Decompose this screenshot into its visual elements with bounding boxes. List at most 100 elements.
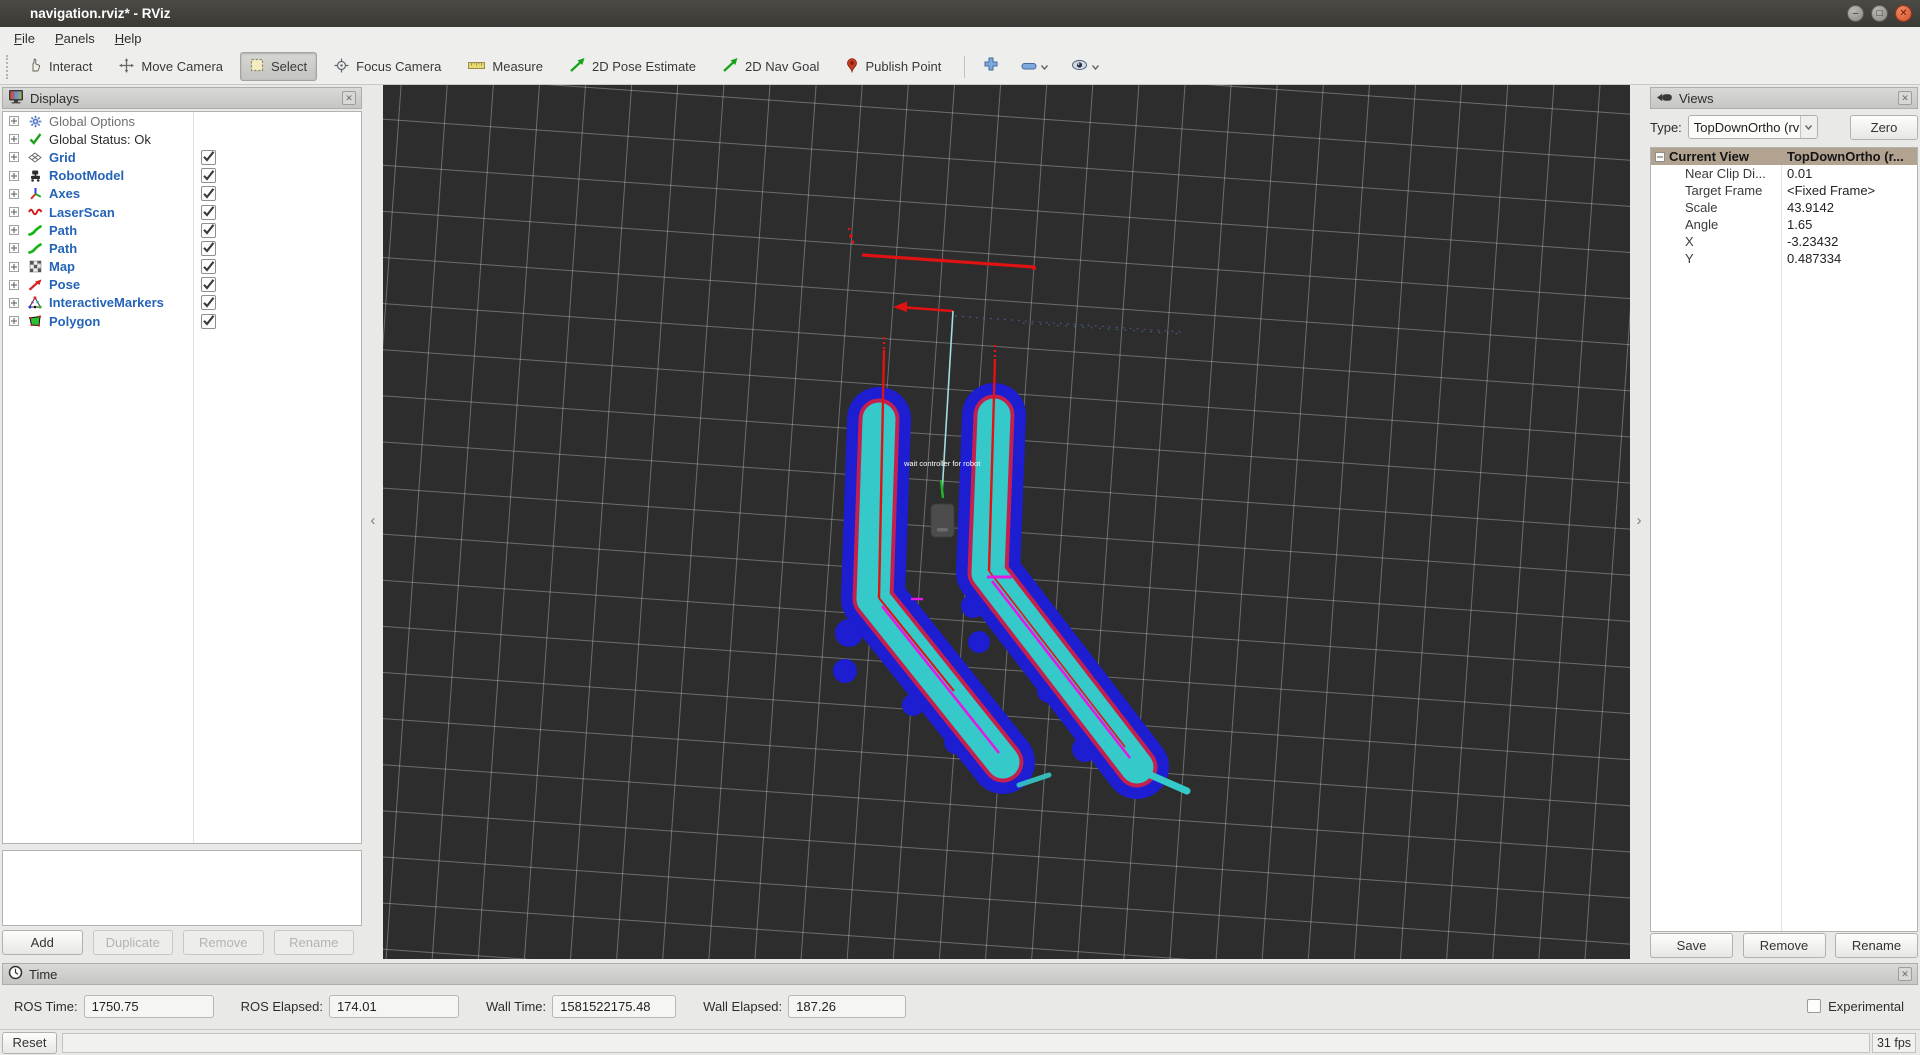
tool-move-camera[interactable]: Move Camera <box>109 52 233 82</box>
displays-panel-header[interactable]: Displays ✕ <box>2 87 362 109</box>
menu-file[interactable]: File <box>4 29 45 48</box>
expand-icon[interactable] <box>9 225 19 235</box>
display-enabled-checkbox[interactable] <box>201 168 216 183</box>
property-value[interactable]: 0.01 <box>1787 166 1812 181</box>
reset-button[interactable]: Reset <box>2 1032 57 1054</box>
display-row-interactivemarkers[interactable]: InteractiveMarkers <box>3 294 361 312</box>
display-row-axes[interactable]: Axes <box>3 185 361 203</box>
experimental-checkbox[interactable] <box>1807 999 1821 1013</box>
expand-icon[interactable] <box>9 152 19 162</box>
3d-viewport[interactable]: wait controller for robot <box>383 85 1630 959</box>
remove-tool-button[interactable] <box>1015 53 1055 81</box>
view-property-scale[interactable]: Scale 43.9142 <box>1651 199 1917 216</box>
ros-elapsed-input[interactable]: 174.01 <box>329 995 459 1018</box>
property-value[interactable]: TopDownOrtho (r... <box>1787 149 1904 164</box>
collapse-right-panel-arrow[interactable]: › <box>1630 512 1648 529</box>
view-type-value: TopDownOrtho (rv <box>1689 120 1800 135</box>
display-enabled-checkbox[interactable] <box>201 150 216 165</box>
menu-help[interactable]: Help <box>105 29 152 48</box>
axes-icon <box>27 187 43 200</box>
path-icon <box>27 225 43 236</box>
tool-select[interactable]: Select <box>240 52 317 81</box>
expand-icon[interactable] <box>9 189 19 199</box>
display-row-path[interactable]: Path <box>3 221 361 239</box>
tool-measure[interactable]: Measure <box>458 53 553 80</box>
add-button[interactable]: Add <box>2 930 83 955</box>
displays-close-icon[interactable]: ✕ <box>342 91 356 105</box>
display-row-robotmodel[interactable]: RobotModel <box>3 167 361 185</box>
remove-view-button[interactable]: Remove <box>1743 933 1826 958</box>
expand-icon[interactable] <box>9 116 19 126</box>
view-property-current-view[interactable]: Current ViewTopDownOrtho (r... <box>1651 148 1917 165</box>
expand-icon[interactable] <box>9 134 19 144</box>
clock-icon <box>8 965 23 983</box>
view-property-target-frame[interactable]: Target Frame<Fixed Frame> <box>1651 182 1917 199</box>
tool-focus-camera[interactable]: Focus Camera <box>324 52 451 82</box>
display-label: Axes <box>49 186 80 201</box>
status-message-field <box>62 1033 1870 1053</box>
time-close-icon[interactable]: ✕ <box>1898 967 1912 981</box>
expand-icon[interactable] <box>9 280 19 290</box>
wall-time-input[interactable]: 1581522175.48 <box>552 995 676 1018</box>
property-label: Scale <box>1685 200 1718 215</box>
expand-icon[interactable] <box>9 316 19 326</box>
display-enabled-checkbox[interactable] <box>201 186 216 201</box>
view-property-angle[interactable]: Angle 1.65 <box>1651 216 1917 233</box>
display-enabled-checkbox[interactable] <box>201 205 216 220</box>
display-enabled-checkbox[interactable] <box>201 277 216 292</box>
expand-icon[interactable] <box>9 207 19 217</box>
view-property-near-clip-di-[interactable]: Near Clip Di...0.01 <box>1651 165 1917 182</box>
rename-view-button[interactable]: Rename <box>1835 933 1918 958</box>
time-panel-header[interactable]: Time ✕ <box>2 963 1918 985</box>
ros-time-input[interactable]: 1750.75 <box>84 995 214 1018</box>
rename-button[interactable]: Rename <box>274 930 355 955</box>
expand-icon[interactable] <box>9 243 19 253</box>
display-row-pose[interactable]: Pose <box>3 276 361 294</box>
menu-panels[interactable]: Panels <box>45 29 105 48</box>
minimize-button[interactable]: – <box>1847 5 1864 22</box>
collapse-icon[interactable] <box>1655 152 1665 162</box>
display-enabled-checkbox[interactable] <box>201 295 216 310</box>
tool-2d-pose-estimate[interactable]: 2D Pose Estimate <box>560 52 706 81</box>
toolbar-drag-handle[interactable] <box>6 55 12 79</box>
collapse-left-panel-arrow[interactable]: ‹ <box>364 512 382 529</box>
tool-publish-point[interactable]: Publish Point <box>836 52 951 82</box>
duplicate-button[interactable]: Duplicate <box>93 930 174 955</box>
property-value[interactable]: 43.9142 <box>1787 200 1834 215</box>
expand-icon[interactable] <box>9 262 19 272</box>
zero-button[interactable]: Zero <box>1850 115 1918 140</box>
views-panel-header[interactable]: Views ✕ <box>1650 87 1918 109</box>
expand-icon[interactable] <box>9 171 19 181</box>
remove-button[interactable]: Remove <box>183 930 264 955</box>
display-enabled-checkbox[interactable] <box>201 259 216 274</box>
tool-2d-nav-goal[interactable]: 2D Nav Goal <box>713 52 829 81</box>
display-row-path[interactable]: Path <box>3 239 361 257</box>
view-type-select[interactable]: TopDownOrtho (rv <box>1688 115 1818 139</box>
view-property-y[interactable]: Y0.487334 <box>1651 250 1917 267</box>
visibility-tool-button[interactable] <box>1065 53 1106 81</box>
display-enabled-checkbox[interactable] <box>201 314 216 329</box>
property-value[interactable]: 1.65 <box>1787 217 1812 232</box>
views-close-icon[interactable]: ✕ <box>1898 91 1912 105</box>
expand-icon[interactable] <box>9 298 19 308</box>
property-value[interactable]: -3.23432 <box>1787 234 1838 249</box>
display-row-grid[interactable]: Grid <box>3 148 361 166</box>
wall-elapsed-input[interactable]: 187.26 <box>788 995 906 1018</box>
property-label: Angle <box>1685 217 1718 232</box>
display-row-polygon[interactable]: Polygon <box>3 312 361 330</box>
display-enabled-checkbox[interactable] <box>201 223 216 238</box>
display-row-global-status-ok[interactable]: Global Status: Ok <box>3 130 361 148</box>
property-value[interactable]: 0.487334 <box>1787 251 1841 266</box>
display-row-global-options[interactable]: Global Options <box>3 112 361 130</box>
display-row-laserscan[interactable]: LaserScan <box>3 203 361 221</box>
tool-interact[interactable]: Interact <box>18 52 102 81</box>
add-tool-button[interactable] <box>977 51 1005 82</box>
save-view-button[interactable]: Save <box>1650 933 1733 958</box>
close-button[interactable]: ✕ <box>1895 5 1912 22</box>
maximize-button[interactable]: □ <box>1871 5 1888 22</box>
display-enabled-checkbox[interactable] <box>201 241 216 256</box>
property-value[interactable]: <Fixed Frame> <box>1787 183 1875 198</box>
robot-icon <box>27 169 43 182</box>
view-property-x[interactable]: X-3.23432 <box>1651 233 1917 250</box>
display-row-map[interactable]: Map <box>3 258 361 276</box>
